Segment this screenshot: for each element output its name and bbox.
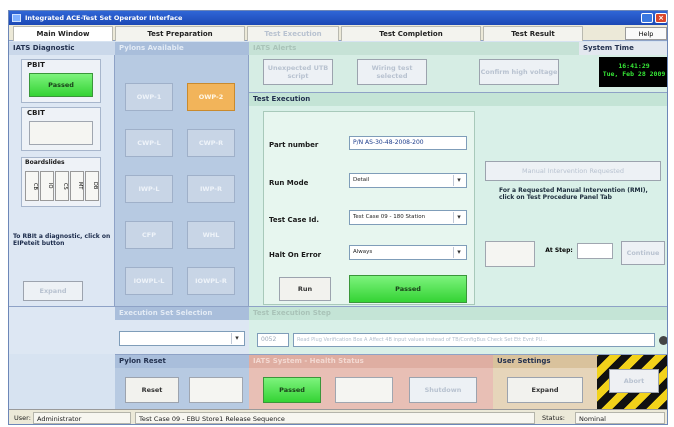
step-status-led-icon bbox=[659, 336, 667, 345]
tab-test-preparation[interactable]: Test Preparation bbox=[115, 26, 245, 41]
pylon-owp2-button[interactable]: OWP-2 bbox=[187, 83, 235, 111]
boardslide-item-4[interactable]: MT bbox=[70, 171, 84, 201]
test-case-select[interactable]: Test Case 09 - 180 Station ▾ bbox=[349, 210, 467, 225]
boardslide-item-5[interactable]: DB bbox=[85, 171, 99, 201]
app-icon bbox=[12, 14, 21, 22]
run-mode-value: Detail bbox=[353, 177, 370, 183]
tab-test-result[interactable]: Test Result bbox=[483, 26, 583, 41]
status-bar: User: Administrator Test Case 09 - EBU S… bbox=[9, 409, 667, 424]
status-state-label: Status: bbox=[542, 414, 565, 422]
execution-step-id-field: 0052 bbox=[257, 333, 289, 347]
pylon-iwpr-button[interactable]: IWP-R bbox=[187, 175, 235, 203]
system-date-value: Tue, Feb 28 2009 bbox=[602, 70, 666, 78]
pbit-status-button[interactable]: Passed bbox=[29, 73, 93, 97]
cbit-status-button[interactable] bbox=[29, 121, 93, 145]
at-step-field[interactable] bbox=[577, 243, 613, 259]
status-message: Test Case 09 - EBU Store1 Release Sequen… bbox=[135, 412, 535, 424]
halt-on-error-select[interactable]: Always ▾ bbox=[349, 245, 467, 260]
cbit-label: CBIT bbox=[27, 109, 45, 117]
execution-step-text-field: Read Plug Verification Box A Affect 4B i… bbox=[293, 333, 655, 347]
chevron-down-icon: ▾ bbox=[453, 212, 464, 223]
system-time-display: 16:41:29 Tue, Feb 28 2009 bbox=[599, 57, 667, 87]
user-settings-header: User Settings bbox=[493, 355, 597, 368]
execution-set-select[interactable]: ▾ bbox=[119, 331, 245, 346]
continue-button[interactable]: Continue bbox=[621, 241, 665, 265]
health-secondary-box bbox=[335, 377, 393, 403]
part-number-field[interactable]: P/N AS-30-48-2008-200 bbox=[349, 136, 467, 150]
pylon-cwpl-button[interactable]: CWP-L bbox=[125, 129, 173, 157]
pylon-reset-status-box bbox=[189, 377, 243, 403]
alerts-header: IATS Alerts bbox=[249, 42, 579, 55]
pylon-iowpl-l-button[interactable]: IOWPL-L bbox=[125, 267, 173, 295]
run-button[interactable]: Run bbox=[279, 277, 331, 301]
status-user-label: User: bbox=[14, 414, 31, 422]
run-mode-label: Run Mode bbox=[269, 179, 309, 187]
pylon-cwpr-button[interactable]: CWP-R bbox=[187, 129, 235, 157]
boardslide-item-3[interactable]: CS bbox=[55, 171, 69, 201]
execution-passed-indicator: Passed bbox=[349, 275, 467, 303]
alert-unexpected-utb-button[interactable]: Unexpected UTB script bbox=[263, 59, 333, 85]
alert-high-voltage-button[interactable]: Confirm high voltage bbox=[479, 59, 559, 85]
pylon-iowpl-r-button[interactable]: IOWPL-R bbox=[187, 267, 235, 295]
iats-expand-button[interactable]: Expand bbox=[23, 281, 83, 301]
at-step-label: At Step: bbox=[545, 247, 573, 254]
execution-set-header: Execution Set Selection bbox=[115, 307, 249, 320]
chevron-down-icon: ▾ bbox=[231, 333, 242, 344]
chevron-down-icon: ▾ bbox=[453, 175, 464, 186]
system-time-header: System Time bbox=[579, 42, 667, 55]
tab-bar: Main Window Test Preparation Test Execut… bbox=[9, 25, 667, 41]
user-settings-expand-button[interactable]: Expand bbox=[507, 377, 583, 403]
status-user-value: Administrator bbox=[33, 412, 131, 424]
test-execution-header: Test Execution bbox=[249, 93, 667, 106]
pylon-reset-button[interactable]: Reset bbox=[125, 377, 179, 403]
iats-diagnostic-header: IATS Diagnostic bbox=[9, 42, 115, 55]
pbit-label: PBIT bbox=[27, 61, 45, 69]
window-title: Integrated ACE-Test Set Operator Interfa… bbox=[25, 14, 183, 22]
status-state-value: Nominal bbox=[575, 412, 665, 424]
system-time-value: 16:41:29 bbox=[618, 62, 650, 70]
halt-on-error-label: Halt On Error bbox=[269, 251, 322, 259]
tab-main-window[interactable]: Main Window bbox=[13, 26, 113, 41]
halt-on-error-value: Always bbox=[353, 249, 373, 255]
pylon-whl-button[interactable]: WHL bbox=[187, 221, 235, 249]
iats-info-text: To RBIt a diagnostic, click on EIPeteit … bbox=[13, 233, 111, 247]
chevron-down-icon: ▾ bbox=[453, 247, 464, 258]
boardslide-item-1[interactable]: CB bbox=[25, 171, 39, 201]
rmi-status-box bbox=[485, 241, 535, 267]
application-window: Integrated ACE-Test Set Operator Interfa… bbox=[8, 10, 668, 425]
close-button[interactable]: × bbox=[655, 13, 667, 23]
health-status-header: IATS System - Health Status bbox=[249, 355, 493, 368]
boardslides-label: Boardslides bbox=[25, 159, 65, 166]
execution-step-header: Test Execution Step bbox=[249, 307, 667, 320]
shutdown-button[interactable]: Shutdown bbox=[409, 377, 477, 403]
pylon-reset-header: Pylon Reset bbox=[115, 355, 249, 368]
pylon-iwpl-button[interactable]: IWP-L bbox=[125, 175, 173, 203]
pylons-header: Pylons Available bbox=[115, 42, 249, 55]
tab-test-execution[interactable]: Test Execution bbox=[247, 26, 339, 41]
manual-intervention-info: For a Requested Manual Intervention (RMI… bbox=[499, 187, 648, 201]
tab-test-completion[interactable]: Test Completion bbox=[341, 26, 481, 41]
alert-wiring-test-button[interactable]: Wiring test selected bbox=[357, 59, 427, 85]
health-status-indicator: Passed bbox=[263, 377, 321, 403]
minimize-button[interactable] bbox=[641, 13, 653, 23]
manual-intervention-button[interactable]: Manual Intervention Requested bbox=[485, 161, 661, 181]
help-button[interactable]: Help bbox=[625, 27, 667, 40]
pylon-cfp-button[interactable]: CFP bbox=[125, 221, 173, 249]
test-case-label: Test Case Id. bbox=[269, 216, 320, 224]
abort-button[interactable]: Abort bbox=[609, 369, 659, 393]
title-bar: Integrated ACE-Test Set Operator Interfa… bbox=[9, 11, 667, 25]
test-case-value: Test Case 09 - 180 Station bbox=[353, 214, 426, 220]
part-number-label: Part number bbox=[269, 141, 319, 149]
boardslide-item-2[interactable]: IO bbox=[40, 171, 54, 201]
pylon-owp1-button[interactable]: OWP-1 bbox=[125, 83, 173, 111]
run-mode-select[interactable]: Detail ▾ bbox=[349, 173, 467, 188]
